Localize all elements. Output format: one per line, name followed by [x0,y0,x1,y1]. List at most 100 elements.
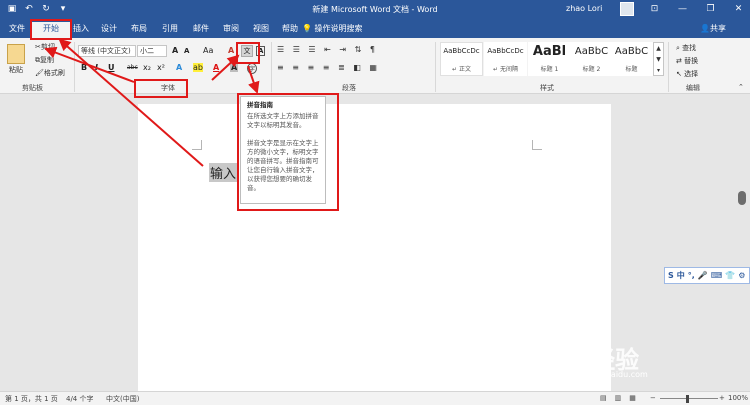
language-status[interactable]: 中文(中国) [106,394,139,404]
document-text[interactable]: 输入 [209,163,238,182]
tab-design[interactable]: 设计 [98,22,120,38]
keyboard-icon[interactable]: ⌨ [711,271,723,280]
skin-icon[interactable]: 👕 [725,271,735,280]
style-normal[interactable]: AaBbCcDc ↵ 正文 [440,42,483,76]
tell-me-search[interactable]: 💡 操作说明搜索 [302,22,363,36]
ribbon-tabs: 文件 开始 插入 设计 布局 引用 邮件 审阅 视图 帮助 💡 操作说明搜索 👤… [0,20,750,38]
tab-references[interactable]: 引用 [159,22,181,38]
ribbon-display-icon[interactable]: ⊡ [648,3,661,16]
user-name[interactable]: zhao Lori [566,4,602,13]
window-title: 新建 Microsoft Word 文档 - Word [312,5,438,14]
scrollbar-thumb[interactable] [738,191,746,205]
group-divider [271,42,272,92]
avatar[interactable] [620,2,634,16]
shrink-font-button[interactable]: A [184,47,189,55]
format-painter-button[interactable]: 🖌格式刷 [35,68,65,78]
paste-button[interactable]: 粘贴 [9,65,23,75]
style-title[interactable]: AaBbC 标题 [610,42,653,76]
tab-insert[interactable]: 插入 [70,22,92,38]
bold-button[interactable]: B [81,63,87,72]
list-buttons-row[interactable]: ☰ ☰ ☰ ⇤ ⇥ ⇅ ¶ [277,45,378,54]
ime-punct[interactable]: °, [688,271,695,280]
group-divider [74,42,75,92]
lightbulb-icon: 💡 [302,24,315,33]
person-icon: 👤 [700,24,710,33]
paste-icon[interactable] [7,44,25,64]
group-divider [435,42,436,92]
redo-icon[interactable]: ↻ [40,3,52,15]
styles-scroll[interactable]: ▲ ▼ ▾ [653,42,664,76]
change-case-button[interactable]: Aa [203,46,213,55]
annotation-box-phonetic-button [236,42,260,64]
ime-logo-icon[interactable]: S [668,271,674,280]
restore-icon[interactable]: ❐ [704,3,717,16]
text-effects-button[interactable]: A [176,63,182,72]
tab-view[interactable]: 视图 [250,22,272,38]
replace-button[interactable]: ⇄ 替换 [676,56,698,66]
find-button[interactable]: ⌕ 查找 [676,43,696,53]
customize-icon[interactable]: ▾ [57,3,69,15]
tab-mailings[interactable]: 邮件 [190,22,212,38]
minimize-icon[interactable]: — [676,3,689,16]
char-shading-button[interactable]: A [230,63,239,72]
cut-button[interactable]: ✂剪切 [35,42,55,52]
page-count[interactable]: 第 1 页，共 1 页 [5,394,58,404]
italic-button[interactable]: I [95,63,98,72]
collapse-ribbon-icon[interactable]: ⌃ [738,83,744,91]
close-icon[interactable]: ✕ [732,3,745,16]
copy-button[interactable]: ⧉复制 [35,55,54,65]
tab-review[interactable]: 审阅 [220,22,242,38]
tell-me-label: 操作说明搜索 [314,24,363,33]
margin-mark [532,140,542,150]
group-divider [668,42,669,92]
status-bar: 第 1 页，共 1 页 4/4 个字 中文(中国) ▤▥▦ − + 100% [0,391,750,405]
font-name-select[interactable]: 等线 (中文正文) [78,45,136,57]
tab-file[interactable]: 文件 [6,22,28,38]
style-sample: AaBl [532,44,567,59]
zoom-slider[interactable] [660,398,718,399]
undo-icon[interactable]: ↶ [23,3,35,15]
styles-group-label: 样式 [540,84,554,92]
save-icon[interactable]: ▣ [6,3,18,15]
cut-label: 剪切 [40,43,55,51]
style-no-spacing[interactable]: AaBbCcDc ↵ 无间隔 [484,42,527,76]
zoom-plus[interactable]: + [719,394,725,402]
font-size-select[interactable]: 小二 [137,45,167,57]
input-method-toolbar[interactable]: S 中 °, 🎤 ⌨ 👕 ⚙ [664,267,750,284]
enclose-char-button[interactable]: 字 [247,63,258,74]
style-heading-2[interactable]: AaBbC 标题 2 [570,42,613,76]
underline-button[interactable]: U [108,63,115,72]
word-count[interactable]: 4/4 个字 [66,394,94,404]
share-button[interactable]: 👤共享 [700,22,726,36]
margin-mark [192,140,202,150]
style-sample: AaBbC [614,46,649,57]
tab-help[interactable]: 帮助 [279,22,301,38]
zoom-level[interactable]: 100% [728,394,748,402]
settings-icon[interactable]: ⚙ [738,271,745,280]
select-button[interactable]: ↖ 选择 [676,69,698,79]
style-heading-1[interactable]: AaBl 标题 1 [528,42,571,76]
strikethrough-button[interactable]: abc [127,64,138,71]
annotation-box-tooltip [237,93,339,211]
grow-font-button[interactable]: A [172,46,178,55]
style-name: 标题 1 [540,66,559,73]
superscript-button[interactable]: x² [157,63,165,72]
subscript-button[interactable]: x₂ [143,63,151,72]
ime-mode[interactable]: 中 [677,270,685,281]
zoom-thumb[interactable] [686,395,689,403]
replace-label: 替换 [684,57,699,65]
align-buttons-row[interactable]: ≡ ≡ ≡ ≡ ≣ ◧ ▦ [277,63,380,72]
highlight-button[interactable]: ab [193,63,203,72]
clear-format-button[interactable]: A [228,46,234,55]
title-bar: ▣ ↶ ↻ ▾ 新建 Microsoft Word 文档 - Word zhao… [0,0,750,20]
word-window: ▣ ↶ ↻ ▾ 新建 Microsoft Word 文档 - Word zhao… [0,0,750,405]
view-buttons[interactable]: ▤▥▦ [600,394,644,402]
style-name: ↵ 无间隔 [493,66,518,73]
find-label: 查找 [682,44,697,52]
tab-layout[interactable]: 布局 [128,22,150,38]
microphone-icon[interactable]: 🎤 [698,271,708,280]
brush-icon: 🖌 [35,69,44,77]
font-color-button[interactable]: A [213,63,219,72]
style-sample: AaBbCcDc [443,47,480,55]
zoom-minus[interactable]: − [650,394,656,402]
